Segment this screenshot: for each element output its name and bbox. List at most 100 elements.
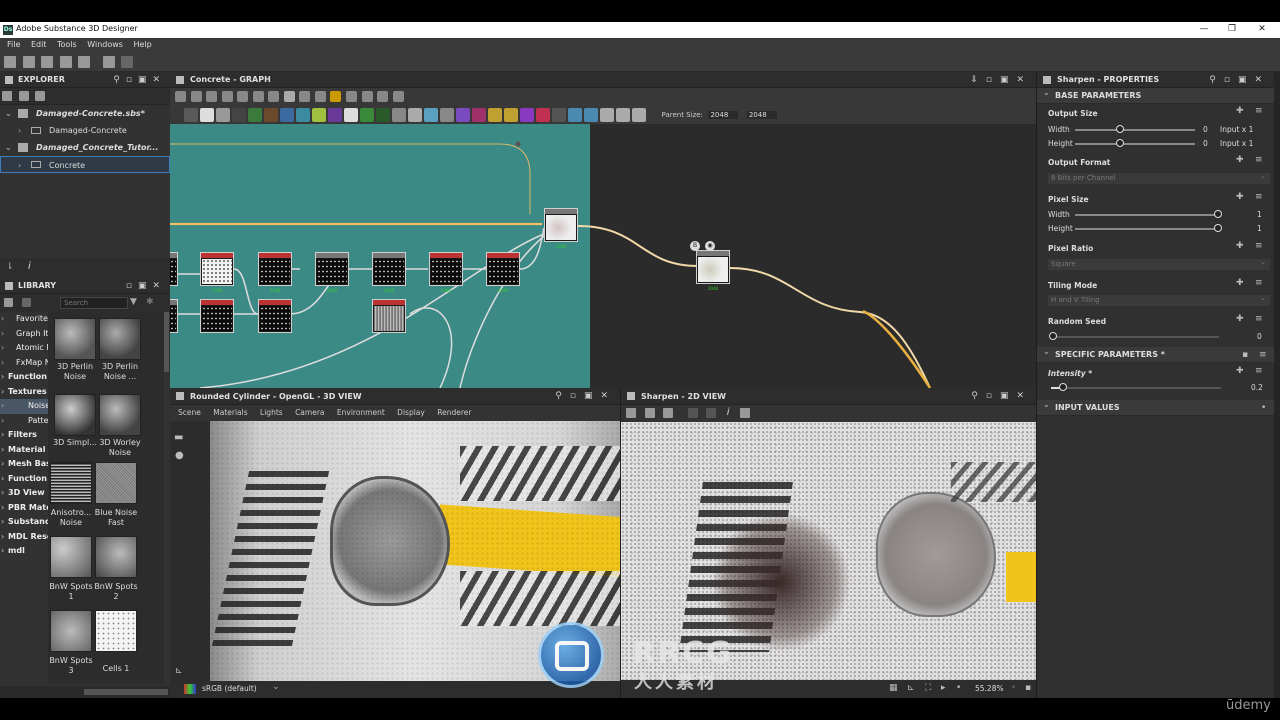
node-btn[interactable] [264,108,278,122]
list-icon[interactable] [299,91,311,102]
library-thumb[interactable] [54,394,96,436]
channels-icon[interactable] [687,408,698,418]
graph-node[interactable] [372,252,406,286]
save-icon[interactable] [78,56,91,68]
sharpen-node[interactable] [696,250,730,284]
output-height-slider[interactable] [1075,143,1195,145]
redo-icon[interactable] [121,56,134,68]
category-function[interactable]: Function Nodes [0,370,48,385]
tree-icon[interactable]: ⇂ [6,262,14,272]
library-thumb[interactable] [95,610,137,652]
node-btn[interactable] [616,108,630,122]
output-height-mode[interactable]: Input x 1 [1220,139,1253,148]
node-btn[interactable] [376,108,390,122]
category-mesh-based[interactable]: Mesh Based [0,457,48,472]
view3d-menu-display[interactable]: Display [397,408,425,417]
layout-icon[interactable] [283,91,295,102]
link-icon[interactable]: ✚ [1236,278,1244,288]
corner-tool-icon[interactable]: ⊾ [175,666,183,676]
graph-node[interactable] [429,252,463,286]
library-search-input[interactable]: Search [60,297,128,309]
zoom-out-icon[interactable]: ▸ [941,683,946,693]
menu-icon[interactable]: ≡ [1255,278,1263,288]
output-height-knob[interactable] [1116,139,1124,147]
tool-icon[interactable] [377,91,389,102]
node-btn[interactable] [312,108,326,122]
node-btn[interactable] [520,108,534,122]
library-thumb[interactable] [99,394,141,436]
size-select[interactable]: 2048 [746,111,777,119]
uv-icon[interactable] [706,408,717,418]
comment-icon[interactable] [346,91,358,102]
intensity-knob[interactable] [1059,383,1067,391]
node-btn[interactable] [600,108,614,122]
view3d-menu-camera[interactable]: Camera [295,408,324,417]
category-fxmap[interactable]: FxMap Nodes [0,356,48,371]
gear-icon[interactable]: • [1261,403,1266,413]
pixel-height-slider[interactable] [1075,228,1219,230]
library-scrollbar[interactable] [164,312,169,372]
grid-icon[interactable]: ▦ [889,683,898,693]
node-btn[interactable] [536,108,550,122]
node-btn[interactable] [456,108,470,122]
library-thumb[interactable] [95,462,137,504]
category-favorites[interactable]: Favorites [0,312,48,327]
panel-buttons[interactable]: ⚲▫▣✕ [555,388,616,405]
pixel-width-value[interactable]: 1 [1257,210,1262,219]
node-btn[interactable] [184,108,198,122]
panel-buttons[interactable]: ⚲▫▣✕ [1209,72,1270,88]
panel-buttons[interactable]: ⇩▫▣✕ [970,72,1032,88]
node-btn[interactable] [296,108,310,122]
node-btn[interactable] [328,108,342,122]
library-thumb[interactable] [99,318,141,360]
category-textures[interactable]: Textures [0,385,48,400]
panel-buttons[interactable]: ⚲▫▣✕ [971,388,1032,405]
new-graph-icon[interactable] [22,56,35,68]
graph-node[interactable] [486,252,520,286]
node-btn[interactable] [200,108,214,122]
category-function-2[interactable]: Function Nodes [0,472,48,487]
category-substance[interactable]: Substance [0,515,48,530]
node-btn[interactable] [392,108,406,122]
panel-buttons[interactable]: ⚲▫▣✕ [113,72,166,88]
pan-icon[interactable] [190,91,202,102]
pixel-width-knob[interactable] [1214,210,1222,218]
package-item[interactable]: ⌄ Damaged-Concrete.sbs* [0,105,170,122]
graph-node[interactable] [200,299,234,333]
function-icon[interactable] [221,91,233,102]
node-btn[interactable] [552,108,566,122]
library-thumb[interactable] [50,536,92,578]
node-btn[interactable] [232,108,246,122]
view3d-menu-materials[interactable]: Materials [213,408,247,417]
node-btn[interactable] [360,108,374,122]
node-btn[interactable] [424,108,438,122]
fit-icon[interactable] [626,408,636,418]
copy-icon[interactable] [663,408,674,418]
node-btn[interactable] [216,108,230,122]
menu-icon[interactable]: ≡ [1255,192,1263,202]
distribute-icon[interactable] [268,91,280,102]
output-width-slider[interactable] [1075,129,1195,131]
library-thumb[interactable] [95,536,137,578]
close-icon[interactable]: ✕ [1252,23,1272,36]
menu-file[interactable]: File [3,38,24,49]
graph-node[interactable] [315,252,349,286]
info-icon[interactable]: i [727,407,730,418]
menu-icon[interactable]: ≡ [1259,350,1267,360]
pixel-height-knob[interactable] [1214,224,1222,232]
refresh-icon[interactable] [21,298,31,307]
menu-windows[interactable]: Windows [83,38,127,49]
undo-icon[interactable] [102,56,115,68]
node-btn[interactable] [408,108,422,122]
menu-icon[interactable]: ≡ [1255,366,1263,376]
node-btn[interactable] [440,108,454,122]
menu-help[interactable]: Help [130,38,156,49]
category-3d-view[interactable]: 3D View [0,486,48,501]
intensity-slider[interactable] [1051,387,1221,389]
zoom-level[interactable]: 55.28% [975,684,1004,693]
zoom-icon[interactable] [237,91,249,102]
import-icon[interactable] [18,91,29,101]
light-tool-icon[interactable]: ● [175,450,184,461]
library-hscroll[interactable] [0,686,170,698]
link-icon[interactable]: ✚ [1236,106,1244,116]
